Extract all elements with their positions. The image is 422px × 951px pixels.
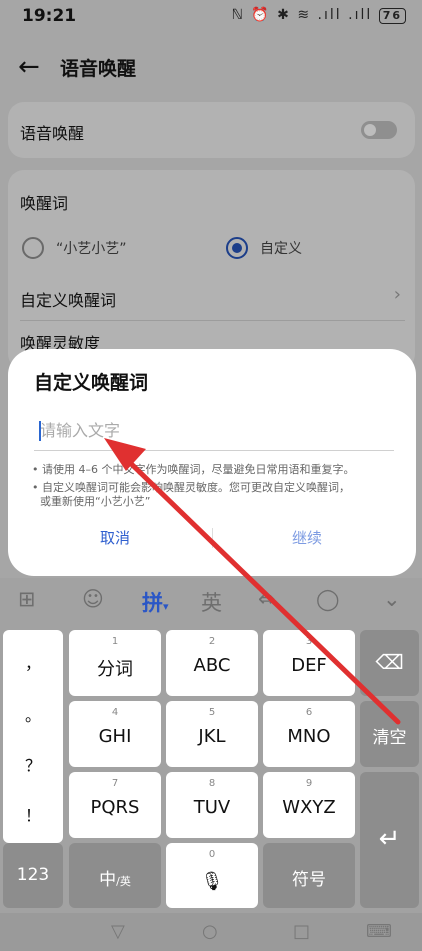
pinyin-label: 拼 [142, 591, 163, 615]
key-5-label: JKL [198, 726, 226, 747]
backspace-icon: ⌫ [375, 650, 404, 674]
key-5[interactable]: 5 JKL [166, 701, 258, 767]
keyboard: ⊞ ☺ 拼▾ 英 ⇔ ◯ ⌄ ， 。 ？ ！ 1 分词 2 ABC 3 DEF … [0, 578, 422, 951]
punctuation-column[interactable]: ， 。 ？ ！ [3, 630, 63, 843]
punct-comma[interactable]: ， [3, 650, 63, 674]
chevron-right-icon: › [393, 284, 401, 305]
space-key[interactable]: 0 🎙 [166, 843, 258, 908]
collapse-keyboard-icon[interactable]: ⌄ [383, 587, 401, 611]
punct-question[interactable]: ？ [3, 752, 63, 776]
wake-word-input[interactable] [34, 411, 394, 451]
button-separator [212, 528, 213, 548]
key-2-num: 2 [208, 636, 216, 647]
grid-menu-icon[interactable]: ⊞ [18, 587, 36, 611]
battery-icon: 76 [378, 8, 406, 24]
voice-wake-toggle[interactable] [361, 121, 397, 139]
nav-keyboard-icon[interactable]: ⌨ [366, 921, 392, 942]
system-nav-bar: ▽ ○ □ ⌨ [0, 913, 422, 951]
dialog-title: 自定义唤醒词 [34, 372, 149, 394]
punct-exclamation[interactable]: ！ [3, 802, 63, 826]
microphone-icon: 🎙 [200, 871, 224, 892]
symbol-key[interactable]: 符号 [263, 843, 355, 908]
number-mode-key[interactable]: 123 [3, 843, 63, 908]
radio-xiaoyi[interactable] [22, 237, 44, 259]
number-mode-label: 123 [16, 865, 50, 885]
search-icon[interactable]: ◯ [316, 587, 340, 611]
option-custom-label: 自定义 [260, 241, 302, 257]
row-divider [20, 320, 405, 321]
language-key-label: 中/英 [69, 865, 161, 890]
status-icons: ℕ ⏰ ✱ ≋ .ıll .ıll 76 [232, 7, 406, 24]
wake-word-section-label: 唤醒词 [20, 194, 69, 213]
language-key-text: 中 [99, 870, 117, 890]
option-xiaoyi-label: “小艺小艺” [56, 241, 127, 257]
symbol-key-label: 符号 [292, 870, 326, 890]
radio-custom[interactable] [226, 237, 248, 259]
key-8-num: 8 [208, 778, 216, 789]
custom-wake-word-row[interactable]: 自定义唤醒词 [20, 287, 116, 311]
status-indicator-icons: ℕ ⏰ ✱ ≋ .ıll .ıll [231, 7, 373, 23]
nav-back-icon[interactable]: ▽ [111, 921, 125, 942]
key-1-label: 分词 [97, 659, 133, 680]
key-8[interactable]: 8 TUV [166, 772, 258, 838]
cancel-button[interactable]: 取消 [100, 527, 130, 548]
key-1-num: 1 [111, 636, 119, 647]
key-7-label: PQRS [90, 797, 140, 818]
pinyin-mode-button[interactable]: 拼▾ [142, 587, 169, 617]
voice-wake-card: 语音唤醒 [8, 102, 415, 158]
key-6-label: MNO [287, 726, 331, 747]
key-6-num: 6 [305, 707, 313, 718]
key-4-label: GHI [98, 726, 132, 747]
custom-wake-word-dialog: 自定义唤醒词 • 请使用 4–6 个中文字作为唤醒词，尽量避免日常用语和重复字。… [8, 349, 416, 576]
space-key-num: 0 [208, 849, 216, 860]
page-title: 语音唤醒 [60, 58, 137, 80]
key-1[interactable]: 1 分词 [69, 630, 161, 696]
key-3-label: DEF [291, 655, 327, 676]
key-3-num: 3 [305, 636, 313, 647]
key-9-label: WXYZ [282, 797, 336, 818]
key-3[interactable]: 3 DEF [263, 630, 355, 696]
enter-icon: ↵ [378, 824, 401, 854]
text-caret [39, 421, 41, 441]
key-2-label: ABC [193, 655, 231, 676]
back-arrow-icon[interactable]: ← [18, 52, 40, 82]
continue-button[interactable]: 继续 [292, 527, 322, 548]
key-2[interactable]: 2 ABC [166, 630, 258, 696]
status-bar: 19:21 ℕ ⏰ ✱ ≋ .ıll .ıll 76 [0, 0, 422, 34]
cursor-move-icon[interactable]: ⇔ [258, 587, 276, 611]
english-mode-button[interactable]: 英 [201, 587, 222, 617]
pinyin-dropdown-icon: ▾ [163, 600, 169, 613]
wake-word-card: 唤醒词 “小艺小艺” 自定义 自定义唤醒词 › 唤醒灵敏度 [8, 170, 415, 370]
language-switch-icon: /英 [116, 875, 131, 888]
punct-period[interactable]: 。 [3, 702, 63, 726]
key-5-num: 5 [208, 707, 216, 718]
backspace-key[interactable]: ⌫ [360, 630, 419, 696]
key-4-num: 4 [111, 707, 119, 718]
key-7-num: 7 [111, 778, 119, 789]
key-8-label: TUV [193, 797, 231, 818]
dialog-hint-2: • 自定义唤醒词可能会影响唤醒灵敏度。您可更改自定义唤醒词， [32, 481, 350, 494]
enter-key[interactable]: ↵ [360, 772, 419, 908]
dialog-hint-3: 或重新使用“小艺小艺” [40, 495, 151, 508]
key-9[interactable]: 9 WXYZ [263, 772, 355, 838]
clear-key[interactable]: 清空 [360, 701, 419, 767]
voice-wake-label: 语音唤醒 [20, 124, 85, 143]
language-key[interactable]: 中/英 [69, 843, 161, 908]
key-9-num: 9 [305, 778, 313, 789]
nav-recents-icon[interactable]: □ [293, 921, 310, 942]
keyboard-toolbar: ⊞ ☺ 拼▾ 英 ⇔ ◯ ⌄ [0, 578, 422, 626]
clear-key-label: 清空 [372, 728, 407, 748]
status-time: 19:21 [22, 6, 77, 26]
dialog-hint-1: • 请使用 4–6 个中文字作为唤醒词，尽量避免日常用语和重复字。 [32, 463, 355, 476]
nav-home-icon[interactable]: ○ [202, 921, 218, 942]
emoji-icon[interactable]: ☺ [82, 587, 104, 611]
key-7[interactable]: 7 PQRS [69, 772, 161, 838]
page-header: ← 语音唤醒 [0, 44, 422, 90]
key-4[interactable]: 4 GHI [69, 701, 161, 767]
key-6[interactable]: 6 MNO [263, 701, 355, 767]
